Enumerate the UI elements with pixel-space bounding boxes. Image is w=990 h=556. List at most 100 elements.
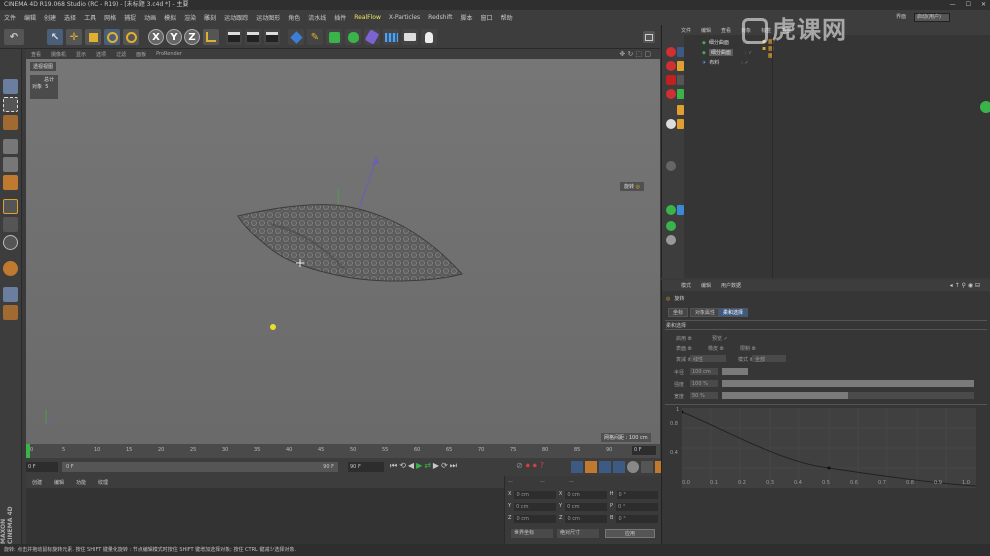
layout-toggle-button[interactable]: [643, 31, 655, 43]
orange-gear-icon[interactable]: [677, 61, 684, 71]
white-tag-icon[interactable]: [666, 119, 676, 129]
coord-size-x-field[interactable]: 0 cm: [565, 491, 607, 499]
texture-mode-button[interactable]: [3, 97, 18, 112]
menu-item-xparticles[interactable]: X-Particles: [389, 14, 420, 21]
viewport-nav-icons[interactable]: ✥ ↻ ⬚ ▢: [619, 50, 651, 58]
menu-item-edit[interactable]: 编辑: [24, 13, 36, 22]
coord-rot-p-field[interactable]: 0 °: [616, 503, 658, 511]
model-mode-button[interactable]: [3, 139, 18, 154]
vp-menu-view[interactable]: 查看: [31, 51, 41, 58]
help-key-icon[interactable]: ?: [540, 461, 544, 471]
perspective-viewport[interactable]: 透视视图 总计 对象 5 旋转 ◎ 网格间距 : 100 cm: [26, 59, 660, 444]
vp-menu-filter[interactable]: 过滤: [116, 51, 126, 58]
next-frame-icon[interactable]: ▶: [433, 461, 439, 471]
visibility-dots[interactable]: : ✓: [741, 60, 748, 66]
menu-item-file[interactable]: 文件: [4, 13, 16, 22]
width-slider[interactable]: [722, 392, 848, 399]
red-cube-icon[interactable]: [666, 75, 676, 85]
object-mode-button[interactable]: [3, 157, 18, 172]
y-axis-button[interactable]: Y: [166, 29, 182, 45]
menu-item-create[interactable]: 创建: [44, 13, 56, 22]
move-tool-button[interactable]: ✛: [66, 29, 82, 45]
vp-menu-prorender[interactable]: ProRender: [156, 51, 182, 57]
recent-tool-button[interactable]: [123, 29, 139, 45]
mat-menu-function[interactable]: 功能: [76, 479, 86, 486]
coord-scale-dropdown[interactable]: 绝对尺寸: [557, 529, 599, 538]
menu-item-window[interactable]: 窗口: [481, 13, 493, 22]
prev-key-icon[interactable]: ⟲: [399, 461, 406, 471]
go-to-end-icon[interactable]: ⏭: [450, 461, 457, 471]
start-frame-field[interactable]: 0 F: [26, 462, 58, 472]
coord-pos-z-field[interactable]: 0 cm: [514, 515, 556, 523]
preview-check[interactable]: ✓: [724, 336, 728, 342]
magnet-button[interactable]: [3, 261, 18, 276]
tab-coordinates[interactable]: 坐标: [668, 308, 689, 317]
edges-mode-button[interactable]: [3, 199, 18, 214]
menu-item-select[interactable]: 选择: [64, 13, 76, 22]
camera-button[interactable]: [402, 29, 418, 45]
orange-s-icon[interactable]: [677, 119, 684, 129]
minimize-icon[interactable]: —: [950, 0, 956, 10]
menu-item-pipeline[interactable]: 流水线: [308, 13, 326, 22]
close-icon[interactable]: ✕: [981, 0, 986, 10]
apply-button[interactable]: 应用: [605, 529, 655, 538]
red-heart-icon[interactable]: [666, 89, 676, 99]
strength-field[interactable]: 100 %: [690, 380, 718, 387]
end-frame-field[interactable]: 90 F: [348, 462, 384, 472]
grid-snap-button[interactable]: [3, 305, 18, 320]
undo-button[interactable]: ↶: [4, 29, 24, 45]
attr-menu-mode[interactable]: 模式: [681, 282, 691, 289]
menu-item-script[interactable]: 脚本: [461, 13, 473, 22]
blue-square-icon[interactable]: [677, 47, 684, 57]
key-scale-icon[interactable]: [585, 461, 597, 473]
object-row-cloth[interactable]: ✈ 布料 : ✓: [702, 58, 749, 67]
green-pentagon-icon[interactable]: [666, 221, 676, 231]
prev-frame-icon[interactable]: ◀: [408, 461, 414, 471]
workplane-lock-button[interactable]: [3, 287, 18, 302]
width-field[interactable]: 50 %: [690, 392, 718, 399]
attr-nav-icons[interactable]: ◂ ↑ ⚲ ◉ ⊟: [950, 282, 980, 289]
dark-tag-icon[interactable]: [677, 75, 684, 85]
x-axis-button[interactable]: X: [148, 29, 164, 45]
attr-menu-userdata[interactable]: 用户数据: [721, 282, 741, 289]
material-manager-area[interactable]: [26, 488, 504, 544]
mat-menu-texture[interactable]: 纹理: [98, 479, 108, 486]
auto-key-icon[interactable]: ⏺: [533, 461, 537, 471]
render-settings-button[interactable]: [264, 29, 280, 45]
tab-object-properties[interactable]: 对象属性: [690, 308, 721, 317]
gray-circle-icon[interactable]: [666, 235, 676, 245]
floor-button[interactable]: [383, 29, 399, 45]
snap-button[interactable]: [3, 235, 18, 250]
loop-icon[interactable]: ⇄: [424, 461, 431, 471]
radius-field[interactable]: 100 cm: [690, 368, 718, 375]
strength-slider[interactable]: [722, 380, 974, 387]
menu-item-mesh[interactable]: 网格: [104, 13, 116, 22]
vp-menu-cameras[interactable]: 摄像机: [51, 51, 66, 58]
coord-size-y-field[interactable]: 0 cm: [565, 503, 608, 511]
red-shape-icon[interactable]: [666, 47, 676, 57]
red-sphere-icon[interactable]: [666, 61, 676, 71]
obj-menu-file[interactable]: 文件: [681, 27, 691, 34]
mode-dropdown[interactable]: 全部: [752, 355, 786, 363]
menu-item-animate[interactable]: 动画: [144, 13, 156, 22]
key-position-icon[interactable]: [571, 461, 583, 473]
orange-ring-icon[interactable]: [677, 105, 684, 115]
mat-menu-create[interactable]: 创建: [32, 479, 42, 486]
menu-item-redshift[interactable]: Redshift: [428, 14, 452, 21]
key-param-icon[interactable]: [613, 461, 625, 473]
cube-button[interactable]: [288, 29, 304, 45]
points-mode-button[interactable]: [3, 175, 18, 190]
blue-leaf-icon[interactable]: [677, 205, 684, 215]
tab-soft-selection[interactable]: 柔和选择: [718, 308, 749, 317]
coord-mode-dropdown[interactable]: 世界坐标: [511, 529, 553, 538]
vp-menu-panel[interactable]: 面板: [136, 51, 146, 58]
menu-item-render[interactable]: 渲染: [184, 13, 196, 22]
z-axis-button[interactable]: Z: [184, 29, 200, 45]
radius-slider[interactable]: [722, 368, 748, 375]
vp-menu-display[interactable]: 显示: [76, 51, 86, 58]
menu-item-character[interactable]: 角色: [288, 13, 300, 22]
maximize-icon[interactable]: ☐: [966, 0, 971, 10]
subdivision-button[interactable]: [326, 29, 342, 45]
scale-tool-button[interactable]: [85, 29, 101, 45]
cloth-pillow-object[interactable]: [237, 204, 463, 282]
